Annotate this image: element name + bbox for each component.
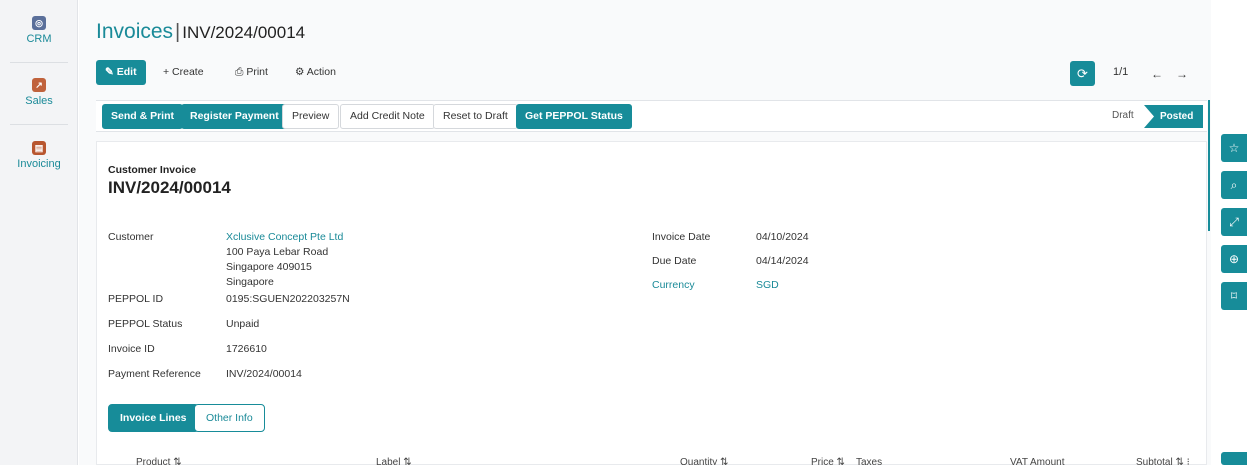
peppol-id-value: 0195:SGUEN202203257N xyxy=(226,293,350,305)
expand-button[interactable]: ⤢ xyxy=(1221,208,1247,236)
sales-chart-icon: ↗ xyxy=(32,78,46,92)
search-icon: ⌕ xyxy=(1230,178,1238,192)
address-line-3: Singapore xyxy=(226,276,274,288)
bookmark-icon: ⌑ xyxy=(1230,289,1238,303)
currency-link[interactable]: SGD xyxy=(756,279,779,292)
rail-item-label: Sales xyxy=(25,95,53,107)
search-button[interactable]: ⌕ xyxy=(1221,171,1247,199)
action-button[interactable]: ⚙ Action xyxy=(286,60,345,85)
invoice-icon: ▤ xyxy=(32,141,46,155)
print-label: Print xyxy=(246,66,268,78)
column-header-label[interactable]: Label ⇅ xyxy=(376,457,412,465)
document-type: Customer Invoice xyxy=(108,164,197,176)
status-draft[interactable]: Draft xyxy=(1112,110,1134,121)
status-posted[interactable]: Posted xyxy=(1144,105,1204,128)
edit-button[interactable]: ✎ Edit xyxy=(96,60,146,85)
action-label: Action xyxy=(306,66,336,78)
breadcrumb-current: INV/2024/00014 xyxy=(182,23,306,42)
column-header-product[interactable]: Product ⇅ xyxy=(136,457,182,465)
zoom-in-icon: ⊕ xyxy=(1228,252,1240,266)
breadcrumb: Invoices | INV/2024/00014 xyxy=(96,20,305,44)
expand-icon: ⤢ xyxy=(1229,215,1239,229)
invoice-action-bar: Send & Print Register Payment Preview Ad… xyxy=(96,100,1207,132)
pencil-icon: ✎ xyxy=(105,66,114,78)
side-panel-button[interactable] xyxy=(1221,452,1247,465)
send-print-button[interactable]: Send & Print xyxy=(102,104,184,129)
payment-reference-label: Payment Reference xyxy=(108,368,201,380)
invoice-id-value: 1726610 xyxy=(226,343,267,355)
pager-prev-button[interactable]: ← xyxy=(1146,63,1168,85)
rail-item-sales[interactable]: ↗ Sales xyxy=(0,78,78,107)
invoice-date-value[interactable]: 04/10/2024 xyxy=(756,231,809,244)
zoom-button[interactable]: ⊕ xyxy=(1221,245,1247,273)
address-line-1: 100 Paya Lebar Road xyxy=(226,246,329,258)
column-header-taxes: Taxes xyxy=(856,457,883,465)
peppol-id-label: PEPPOL ID xyxy=(108,293,164,305)
invoice-id-label: Invoice ID xyxy=(108,343,155,355)
rail-item-invoicing[interactable]: ▤ Invoicing xyxy=(0,141,78,170)
customer-link[interactable]: Xclusive Concept Pte Ltd xyxy=(226,231,343,244)
rail-item-label: CRM xyxy=(26,33,52,45)
scroll-indicator xyxy=(1208,100,1210,231)
breadcrumb-parent-link[interactable]: Invoices xyxy=(96,20,173,43)
reset-to-draft-button[interactable]: Reset to Draft xyxy=(433,104,518,129)
invoice-form-sheet: Customer Invoice INV/2024/00014 Customer… xyxy=(96,141,1207,465)
address-line-2: Singapore 409015 xyxy=(226,261,312,273)
column-header-quantity[interactable]: Quantity ⇅ xyxy=(680,457,728,465)
app-rail: ◎ CRM ↗ Sales ▤ Invoicing xyxy=(0,0,78,465)
printer-icon: ⎙ xyxy=(235,66,244,78)
crm-icon: ◎ xyxy=(32,16,46,30)
due-date-value[interactable]: 04/14/2024 xyxy=(756,255,809,268)
payment-reference-value: INV/2024/00014 xyxy=(226,368,302,380)
rail-divider xyxy=(10,62,68,63)
column-header-vat-amount: VAT Amount xyxy=(1010,457,1065,465)
main-panel: Invoices | INV/2024/00014 ✎ Edit + Create … xyxy=(79,0,1211,465)
breadcrumb-separator: | xyxy=(175,21,181,43)
add-credit-note-button[interactable]: Add Credit Note xyxy=(340,104,435,129)
refresh-button[interactable]: ⟳ xyxy=(1070,61,1095,86)
rail-item-crm[interactable]: ◎ CRM xyxy=(0,16,78,45)
pager-counter: 1/1 xyxy=(1113,66,1129,78)
refresh-icon: ⟳ xyxy=(1077,66,1088,81)
peppol-status-label: PEPPOL Status xyxy=(108,318,183,330)
column-header-price[interactable]: Price ⇅ xyxy=(811,457,845,465)
get-peppol-status-button[interactable]: Get PEPPOL Status xyxy=(516,104,632,129)
tab-other-info[interactable]: Other Info xyxy=(194,404,265,432)
invoice-date-label: Invoice Date xyxy=(652,231,711,243)
column-header-subtotal[interactable]: Subtotal ⇅ ⁝ xyxy=(1136,457,1190,465)
print-button[interactable]: ⎙ Print xyxy=(226,60,277,85)
tab-invoice-lines[interactable]: Invoice Lines xyxy=(108,404,199,432)
due-date-label: Due Date xyxy=(652,255,697,267)
register-payment-button[interactable]: Register Payment xyxy=(181,104,288,129)
rail-item-label: Invoicing xyxy=(17,158,61,170)
currency-label: Currency xyxy=(652,279,695,291)
favorite-button[interactable]: ☆ xyxy=(1221,134,1247,162)
rail-divider xyxy=(10,124,68,125)
star-icon: ☆ xyxy=(1228,141,1240,155)
customer-label: Customer xyxy=(108,231,154,243)
edit-label: Edit xyxy=(116,66,137,78)
bookmark-button[interactable]: ⌑ xyxy=(1221,282,1247,310)
preview-button[interactable]: Preview xyxy=(282,104,340,129)
invoice-number-title: INV/2024/00014 xyxy=(108,178,231,197)
gear-icon: ⚙ xyxy=(295,66,305,78)
pager-next-button[interactable]: → xyxy=(1171,63,1193,85)
peppol-status-value: Unpaid xyxy=(226,318,260,330)
create-button[interactable]: + Create xyxy=(154,60,213,85)
